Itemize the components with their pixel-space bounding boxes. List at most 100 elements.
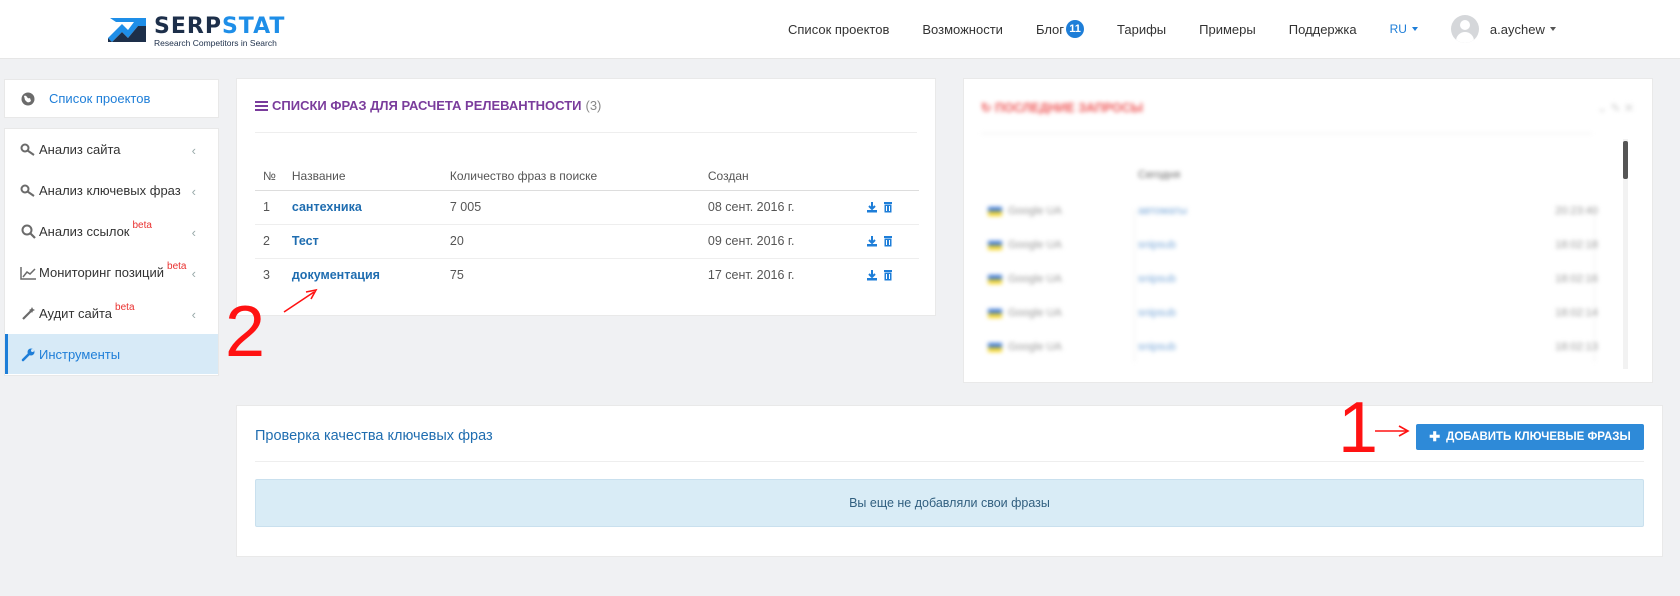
beta-badge: beta	[115, 302, 135, 313]
logo-name: SERPSTAT	[154, 14, 286, 39]
list-count: (3)	[585, 98, 602, 113]
annotation-number-2: 2	[225, 292, 266, 372]
ua-flag-icon	[988, 241, 1002, 250]
language-label: RU	[1389, 22, 1407, 36]
chevron-left-icon: ‹	[191, 307, 196, 322]
row-qty: 7 005	[441, 190, 700, 225]
engine: Google UA	[1008, 239, 1062, 251]
row-number: 3	[263, 268, 270, 283]
user-menu[interactable]: a.aychew	[1450, 15, 1556, 43]
sidebar-item-label: Мониторинг позиций	[39, 265, 165, 280]
list-icon	[255, 100, 268, 111]
engine: Google UA	[1008, 341, 1062, 353]
key-search-icon	[19, 142, 37, 158]
recent-queries-title: ↻ ПОСЛЕДНИЕ ЗАПРОСЫ	[981, 101, 1144, 115]
nav-projects[interactable]: Список проектов	[788, 22, 889, 37]
empty-state-message: Вы еще не добавляли свои фразы	[255, 479, 1644, 527]
logo-chart-icon	[108, 16, 148, 44]
panel-tools-icon[interactable]: ⌄ ✎ ✕	[1597, 101, 1634, 115]
keyword: snipsub	[1138, 307, 1176, 319]
row-created: 09 сент. 2016 г.	[699, 224, 858, 259]
quality-title: Проверка качества ключевых фраз	[255, 428, 493, 444]
nav-support[interactable]: Поддержка	[1289, 22, 1357, 37]
sidebar-item-label: Аудит сайта	[39, 306, 113, 321]
row-created: 08 сент. 2016 г.	[699, 190, 858, 225]
time: 18:02:16	[1555, 273, 1598, 285]
list-item[interactable]: Google UA snipsub 18:02:18	[988, 237, 1598, 257]
col-qty[interactable]: Количество фраз в поиске	[441, 162, 700, 191]
recent-title-text: ПОСЛЕДНИЕ ЗАПРОСЫ	[994, 101, 1144, 115]
scrollbar-thumb[interactable]	[1623, 141, 1628, 179]
sidebar-item-label: Список проектов	[49, 91, 151, 106]
sidebar-item-tools[interactable]: Инструменты	[5, 334, 218, 374]
serpstat-logo[interactable]: SERPSTAT Research Competitors in Search	[108, 14, 286, 48]
list-item[interactable]: Google UA автоматы 20:23:40	[988, 203, 1598, 223]
wrench-icon	[19, 346, 37, 362]
username: a.aychew	[1489, 21, 1545, 37]
add-keywords-button[interactable]: ✚ ДОБАВИТЬ КЛЮЧЕВЫЕ ФРАЗЫ	[1416, 424, 1644, 450]
divider	[981, 133, 1592, 134]
sidebar-item-link-analysis[interactable]: Анализ ссылок beta ‹	[5, 211, 218, 252]
trash-icon[interactable]	[882, 235, 894, 247]
trash-icon[interactable]	[882, 201, 894, 213]
logo-subtitle: Research Competitors in Search	[154, 38, 277, 48]
sidebar-item-project-list[interactable]: Список проектов	[4, 79, 219, 118]
time: 18:02:13	[1555, 341, 1598, 353]
phrase-lists-panel: СПИСКИ ФРАЗ ДЛЯ РАСЧЕТА РЕЛЕВАНТНОСТИ (3…	[236, 78, 936, 316]
globe-icon	[19, 91, 37, 107]
annotation-number-1: 1	[1338, 388, 1379, 468]
nav-features[interactable]: Возможности	[922, 22, 1003, 37]
recent-queries-panel: ↻ ПОСЛЕДНИЕ ЗАПРОСЫ ⌄ ✎ ✕ Сегодня Google…	[963, 78, 1653, 383]
sidebar-item-label: Инструменты	[39, 346, 121, 362]
table-row: 3 документация 75 17 сент. 2016 г.	[255, 258, 919, 292]
chevron-left-icon: ‹	[191, 143, 196, 158]
list-name-link[interactable]: сантехника	[283, 190, 442, 225]
sidebar-item-label: Анализ ключевых фраз	[39, 183, 181, 198]
sidebar-item-site-audit[interactable]: Аудит сайта beta ‹	[5, 293, 218, 334]
nav-examples[interactable]: Примеры	[1199, 22, 1256, 37]
beta-badge: beta	[132, 220, 152, 231]
download-icon[interactable]	[866, 269, 878, 281]
trash-icon[interactable]	[882, 269, 894, 281]
sidebar-item-rank-tracking[interactable]: Мониторинг позиций beta ‹	[5, 252, 218, 293]
chevron-down-icon	[1411, 27, 1418, 31]
main-nav: Список проектов Возможности Блог 11 Тариф…	[788, 0, 1589, 58]
phrase-lists-table: № Название Количество фраз в поиске Созд…	[255, 162, 919, 292]
language-dropdown[interactable]: RU	[1390, 22, 1418, 36]
list-item[interactable]: Google UA snipsub 18:02:13	[988, 339, 1598, 359]
sidebar-item-label: Анализ ссылок	[39, 224, 130, 239]
download-icon[interactable]	[866, 235, 878, 247]
blog-count-badge: 11	[1066, 20, 1085, 38]
table-header-row: № Название Количество фраз в поиске Созд…	[255, 162, 919, 191]
list-name-link[interactable]: Тест	[283, 224, 442, 259]
table-row: 2 Тест 20 09 сент. 2016 г.	[255, 224, 919, 259]
sidebar-item-label: Анализ сайта	[39, 142, 121, 157]
row-qty: 75	[449, 268, 464, 283]
download-icon[interactable]	[866, 201, 878, 213]
keyword: snipsub	[1138, 341, 1176, 353]
row-qty: 20	[441, 224, 700, 259]
divider	[255, 461, 1644, 462]
key-search-icon	[19, 183, 37, 199]
col-number: №	[255, 162, 284, 191]
table-row: 1 сантехника 7 005 08 сент. 2016 г.	[255, 190, 919, 225]
ua-flag-icon	[988, 207, 1002, 216]
nav-blog-label: Блог	[1035, 21, 1065, 37]
nav-blog[interactable]: Блог 11	[1035, 20, 1085, 38]
row-number: 1	[255, 190, 284, 225]
nav-pricing[interactable]: Тарифы	[1117, 22, 1166, 37]
sidebar-item-site-analysis[interactable]: Анализ сайта ‹	[5, 129, 218, 170]
list-item[interactable]: Google UA snipsub 18:02:14	[988, 305, 1598, 325]
col-name[interactable]: Название	[283, 162, 442, 191]
phrase-lists-title: СПИСКИ ФРАЗ ДЛЯ РАСЧЕТА РЕЛЕВАНТНОСТИ (3…	[255, 98, 601, 113]
row-number: 2	[255, 224, 284, 259]
panel-title-text: СПИСКИ ФРАЗ ДЛЯ РАСЧЕТА РЕЛЕВАНТНОСТИ	[272, 98, 582, 113]
sidebar-menu: Анализ сайта ‹ Анализ ключевых фраз ‹ Ан…	[4, 128, 219, 376]
list-item[interactable]: Google UA snipsub 18:02:16	[988, 271, 1598, 291]
magic-wand-icon	[19, 306, 37, 322]
keyword: snipsub	[1138, 239, 1176, 251]
sidebar-item-keyword-analysis[interactable]: Анализ ключевых фраз ‹	[5, 170, 218, 211]
keyword-quality-panel: Проверка качества ключевых фраз ✚ ДОБАВИ…	[236, 405, 1663, 557]
col-created[interactable]: Создан	[699, 162, 858, 191]
annotation-arrow-icon	[283, 288, 318, 313]
